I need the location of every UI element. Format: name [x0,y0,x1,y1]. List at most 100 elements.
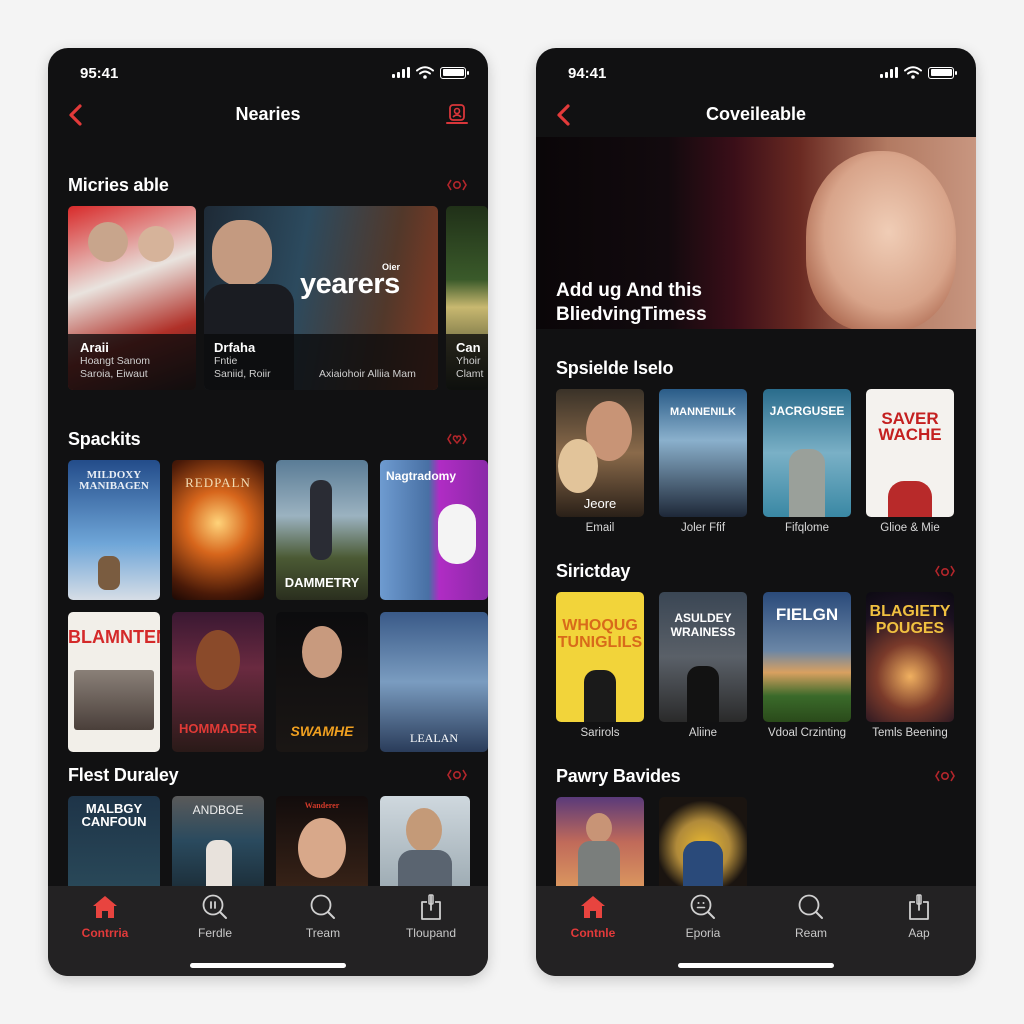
status-icons [880,66,957,79]
poster[interactable]: SAVER WACHE [866,389,954,517]
page-title: Nearies [235,104,301,124]
signal-icon [392,67,410,78]
poster-figure [888,481,932,517]
wifi-icon [416,66,434,79]
feature-banner[interactable]: Add ug And this BliedvingTimess Hare a n… [536,137,976,329]
tab-browse[interactable]: Ferdle [160,892,270,948]
card-subtitle: Yhoir [456,355,481,367]
poster-title: ANDBOE [192,803,244,817]
section-title: Spsielde lselo [556,358,674,378]
poster[interactable]: JACRGUSEE [763,389,851,517]
tab-explore[interactable]: Eporia [648,892,758,948]
share-icon [909,894,929,920]
poster-label: Email [585,522,615,534]
tab-home[interactable]: Contnle [538,892,648,948]
right-phone-screen: 94:41 Coveileable Add ug And this Bliedv… [536,48,976,976]
more-icon[interactable] [446,432,468,446]
more-icon[interactable] [934,769,956,783]
tab-bar: Contrria Ferdle Tream Tloupand [48,886,488,976]
poster-title: FIELGN [775,605,839,624]
poster[interactable]: HOMMADER [172,612,264,752]
poster[interactable]: MANNENILK [659,389,747,517]
poster[interactable]: Jeore [556,389,644,517]
poster[interactable]: ANDBOE [172,796,264,896]
poster-figure [687,666,719,722]
poster[interactable]: WHOQUG TUNIGLILS [556,592,644,722]
poster[interactable] [659,797,747,897]
poster[interactable] [556,797,644,897]
section-title: Flest Duraley [68,765,179,785]
poster[interactable]: BLAGIETY POUGES [866,592,954,722]
more-icon[interactable] [446,178,468,192]
featured-card[interactable]: Oier yearers Drfaha Fntie Saniid, Roiir … [204,206,438,390]
poster-title: BLAGIETY POUGES [869,603,951,637]
home-icon [93,896,117,918]
search-icon [798,894,823,919]
tab-share[interactable]: Tloupand [376,892,486,948]
poster-title: SWAMHE [290,723,354,739]
poster[interactable]: Nagtradomy [380,460,488,600]
search-pause-icon [202,894,227,919]
poster[interactable]: DAMMETRY [276,460,368,600]
poster-figure [98,556,120,590]
poster-title: BLAMNTEN [68,627,160,647]
search-icon [310,894,335,919]
poster[interactable]: LEALAN [380,612,488,752]
poster-figure [586,813,612,843]
poster[interactable]: MILDOXY MANIBAGEN [68,460,160,600]
page-title: Coveileable [705,104,807,124]
poster-label: Sarirols [580,727,620,739]
poster[interactable] [380,796,470,896]
more-icon[interactable] [934,564,956,578]
tab-share[interactable]: Aap [864,892,974,948]
tab-label: Contrria [81,926,129,940]
tab-home[interactable]: Contrria [50,892,160,948]
poster-figure [196,630,240,690]
poster[interactable]: MALBGY CANFOUN [68,796,160,896]
tab-label: Contnle [570,926,616,940]
tab-label: Aap [908,926,930,940]
poster-title: MANNENILK [670,406,736,418]
section-title: Pawry Bavides [556,766,681,786]
nav-bar: Nearies [48,98,488,132]
home-indicator [678,963,834,968]
poster-figure [298,818,346,878]
poster[interactable]: BLAMNTEN [68,612,160,752]
featured-card[interactable]: Araii Hoangt Sanom Saroia, Eiwaut [68,206,196,390]
status-bar: 94:41 [536,48,976,98]
poster-figure [310,480,332,560]
poster[interactable]: Wanderer [276,796,368,896]
poster-figure [406,808,442,852]
poster[interactable]: REDPALN [172,460,264,600]
more-icon[interactable] [446,768,468,782]
poster-figure [302,626,342,678]
poster-title: yearers [300,268,400,300]
card-image [212,220,272,286]
card-image [138,226,174,262]
feature-title: Add ug And this BliedvingTimess [556,280,707,325]
home-indicator [190,963,346,968]
poster-figure [74,670,154,730]
tab-label: Ream [794,926,827,940]
profile-badge-icon[interactable] [444,102,470,128]
poster[interactable]: ASULDEY WRAINESS [659,592,747,722]
poster-title: ASULDEY WRAINESS [670,611,736,639]
poster[interactable]: FIELGN [763,592,851,722]
feature-image [806,151,956,329]
card-meta: Clamt [456,368,484,380]
status-bar: 95:41 [48,48,488,98]
card-meta: Saniid, Roiir [214,368,271,380]
poster-title: HOMMADER [179,721,257,736]
home-icon [581,896,605,918]
poster-label: Temls Beening [872,727,948,739]
poster-label: Joler Ffif [680,522,726,534]
tab-search[interactable]: Ream [756,892,866,948]
card-subtitle: Fntie [214,355,238,367]
poster[interactable]: SWAMHE [276,612,368,752]
featured-card[interactable]: Can Yhoir Clamt [446,206,488,390]
signal-icon [880,67,898,78]
wifi-icon [904,66,922,79]
search-face-icon [690,894,715,919]
tab-label: Eporia [685,926,721,940]
tab-search[interactable]: Tream [268,892,378,948]
